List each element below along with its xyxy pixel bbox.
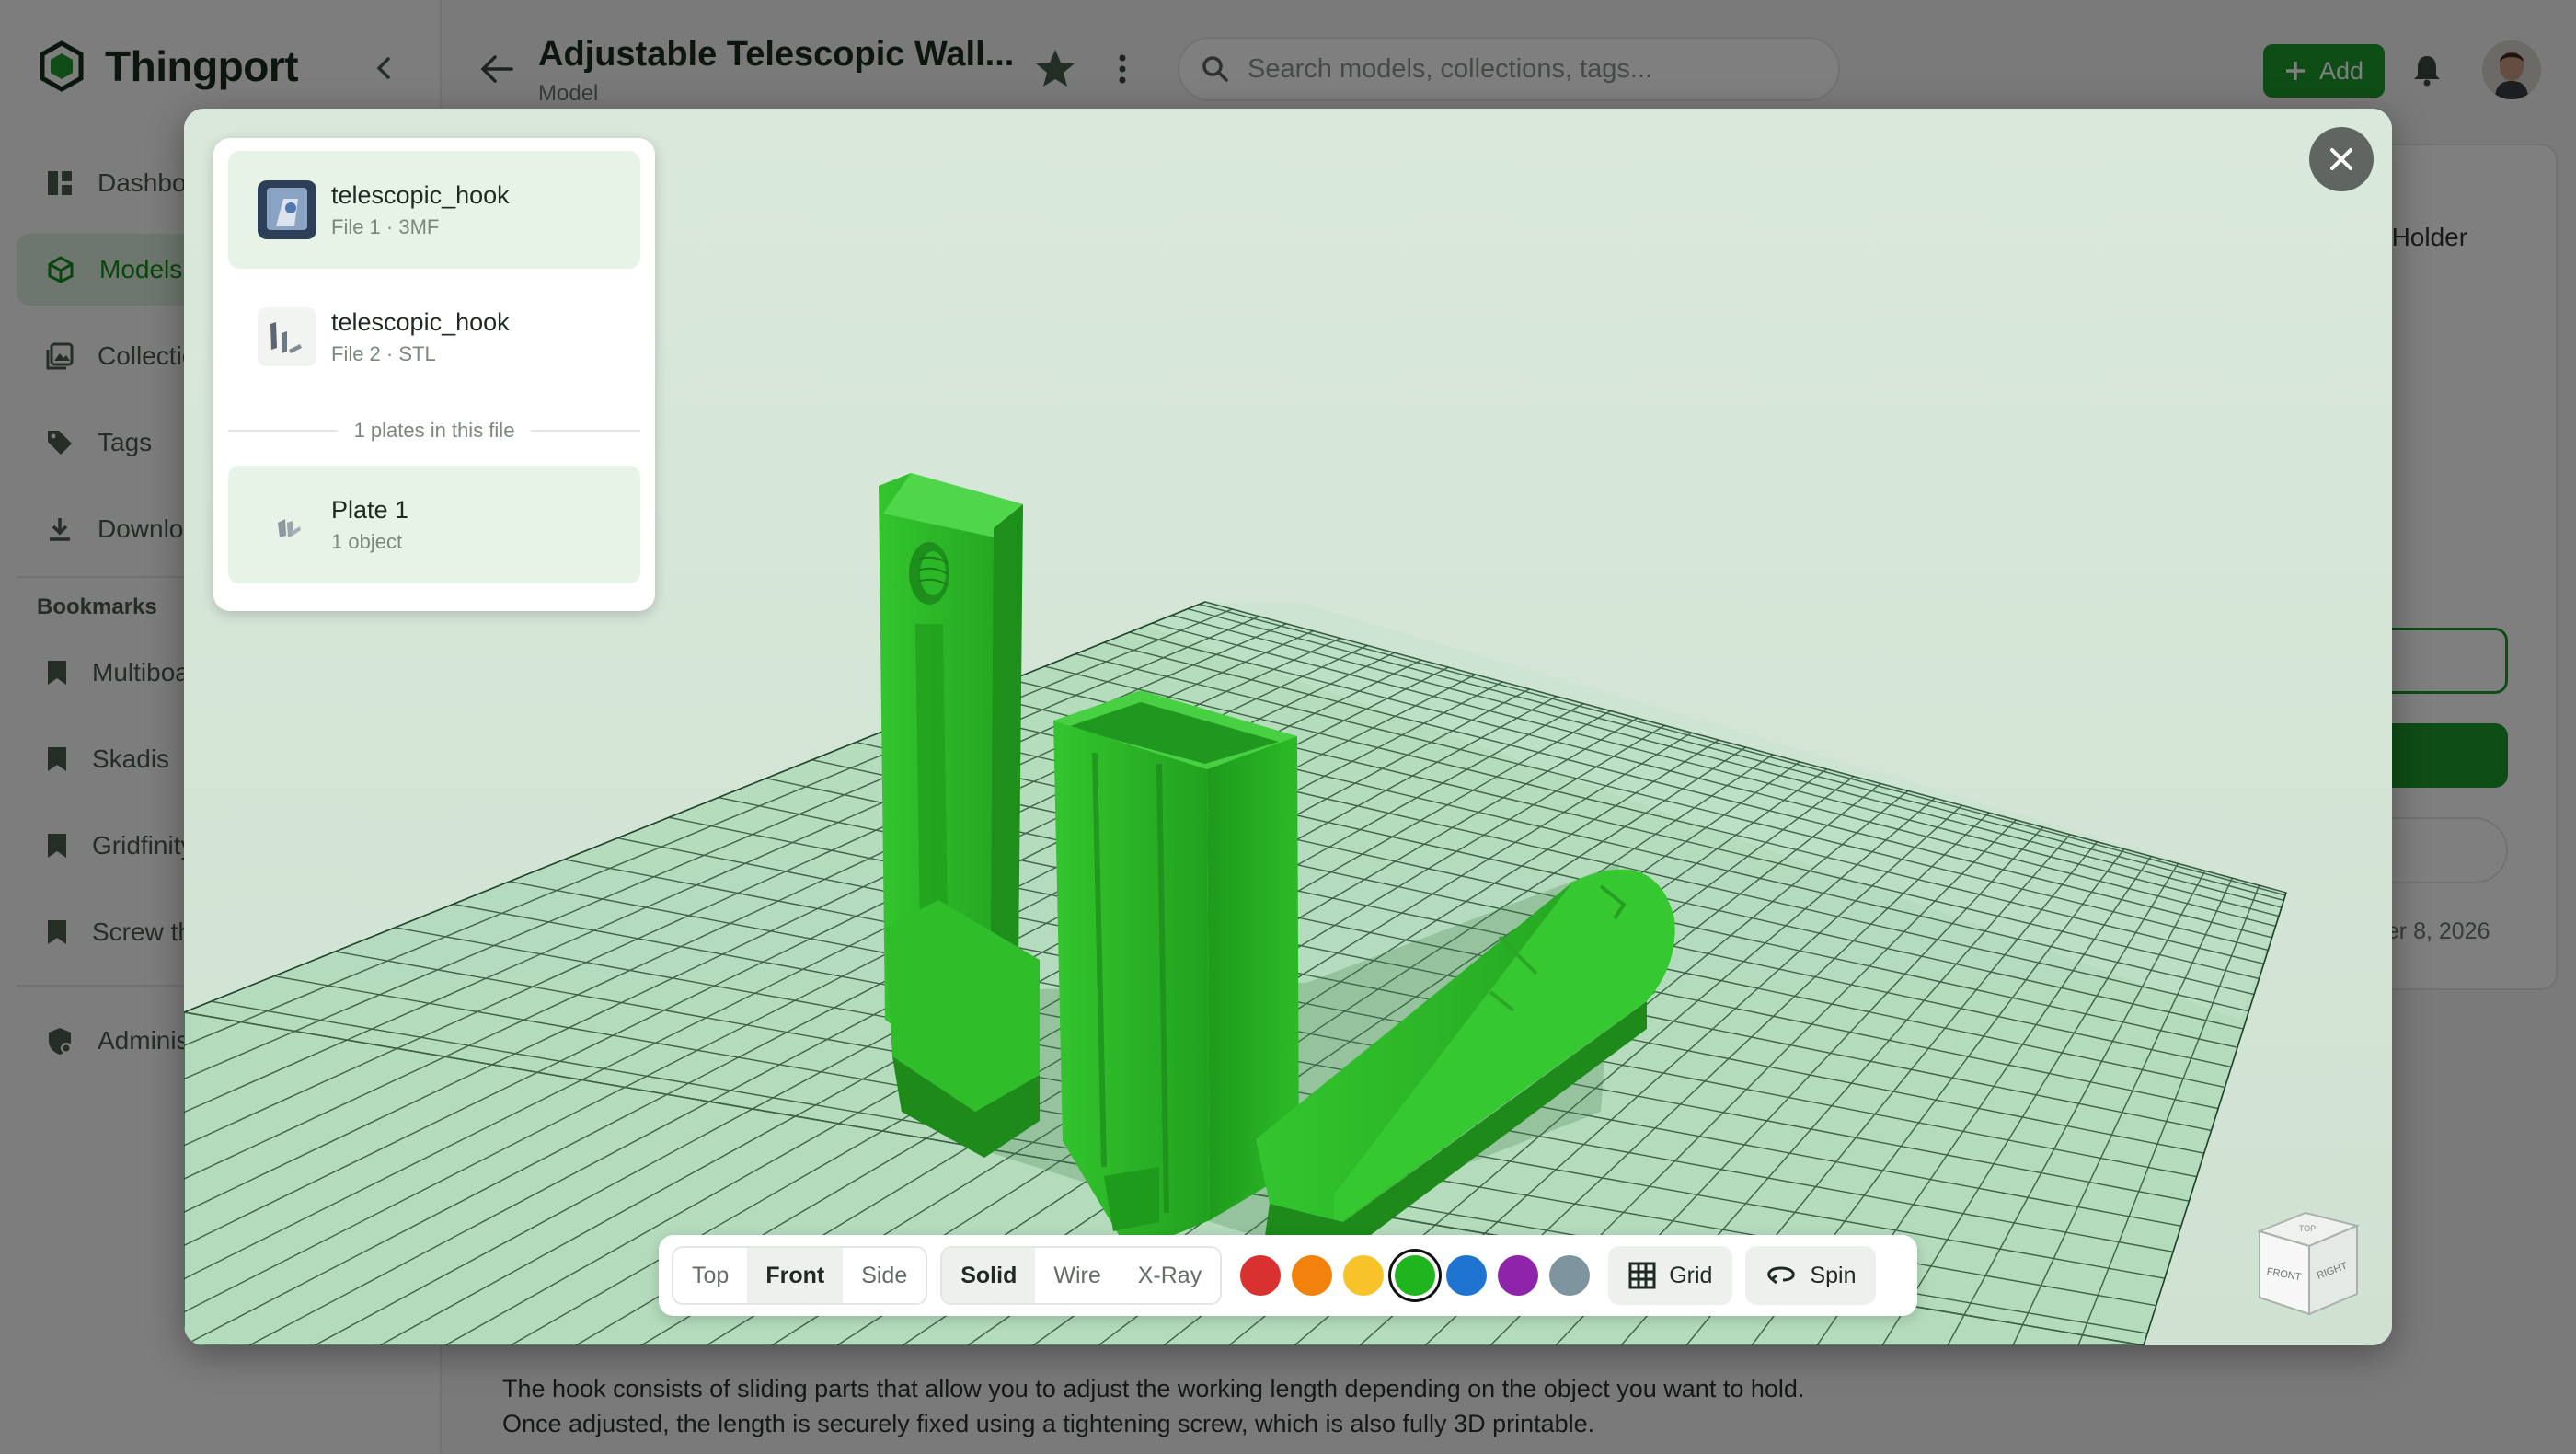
color-swatch-4[interactable] bbox=[1395, 1255, 1436, 1296]
file-item-1[interactable]: telescopic_hook File 1 · 3MF bbox=[228, 151, 640, 269]
file-item-text: telescopic_hook File 1 · 3MF bbox=[331, 181, 510, 239]
file-thumbnail bbox=[258, 307, 316, 366]
view-top-button[interactable]: Top bbox=[673, 1248, 747, 1303]
stl-thumbnail-icon bbox=[258, 307, 316, 366]
file-thumbnail bbox=[258, 180, 316, 239]
grid-icon bbox=[1628, 1262, 1656, 1289]
view-selector: Top Front Side bbox=[672, 1246, 928, 1305]
render-xray-button[interactable]: X-Ray bbox=[1120, 1248, 1220, 1303]
close-button[interactable] bbox=[2309, 127, 2374, 191]
plate-thumbnail-icon bbox=[278, 519, 301, 537]
plate-item-text: Plate 1 1 object bbox=[331, 496, 408, 554]
grid-toggle-button[interactable]: Grid bbox=[1608, 1246, 1733, 1305]
color-swatch-7[interactable] bbox=[1549, 1255, 1591, 1296]
rotate-icon bbox=[1767, 1266, 1796, 1285]
file-name: telescopic_hook bbox=[331, 307, 510, 336]
spin-label: Spin bbox=[1810, 1262, 1857, 1288]
plate-item-1[interactable]: Plate 1 1 object bbox=[228, 466, 640, 583]
model-viewer-modal: telescopic_hook File 1 · 3MF telescopic_… bbox=[184, 109, 2392, 1345]
file-list-panel: telescopic_hook File 1 · 3MF telescopic_… bbox=[213, 138, 655, 611]
spin-toggle-button[interactable]: Spin bbox=[1745, 1246, 1877, 1305]
plates-count-label: 1 plates in this file bbox=[353, 419, 515, 442]
render-solid-button[interactable]: Solid bbox=[942, 1248, 1036, 1303]
plate-thumbnail bbox=[258, 495, 316, 554]
render-mode-selector: Solid Wire X-Ray bbox=[940, 1246, 1223, 1305]
photo-thumbnail-icon bbox=[258, 180, 316, 239]
color-swatch-6[interactable] bbox=[1498, 1255, 1539, 1296]
navigation-cube[interactable]: FRONT RIGHT TOP bbox=[2248, 1202, 2368, 1331]
plate-name: Plate 1 bbox=[331, 495, 409, 524]
close-icon bbox=[2330, 148, 2352, 170]
render-wire-button[interactable]: Wire bbox=[1035, 1248, 1119, 1303]
color-swatch-1[interactable] bbox=[1240, 1255, 1282, 1296]
view-side-button[interactable]: Side bbox=[843, 1248, 926, 1303]
file-item-text: telescopic_hook File 2 · STL bbox=[331, 308, 510, 366]
file-meta: File 1 · 3MF bbox=[331, 214, 440, 238]
viewer-toolbar: Top Front Side Solid Wire X-Ray Grid Spi… bbox=[659, 1235, 1917, 1316]
color-swatch-3[interactable] bbox=[1343, 1255, 1385, 1296]
view-front-button[interactable]: Front bbox=[747, 1248, 844, 1303]
plate-meta: 1 object bbox=[331, 529, 403, 553]
color-swatches bbox=[1235, 1255, 1595, 1296]
file-name: telescopic_hook bbox=[331, 180, 510, 209]
cube-top-label: TOP bbox=[2299, 1224, 2316, 1233]
file-meta: File 2 · STL bbox=[331, 341, 436, 365]
color-swatch-2[interactable] bbox=[1292, 1255, 1333, 1296]
file-item-2[interactable]: telescopic_hook File 2 · STL bbox=[228, 278, 640, 396]
plates-divider: 1 plates in this file bbox=[228, 405, 640, 456]
grid-label: Grid bbox=[1669, 1262, 1713, 1288]
color-swatch-5[interactable] bbox=[1446, 1255, 1488, 1296]
